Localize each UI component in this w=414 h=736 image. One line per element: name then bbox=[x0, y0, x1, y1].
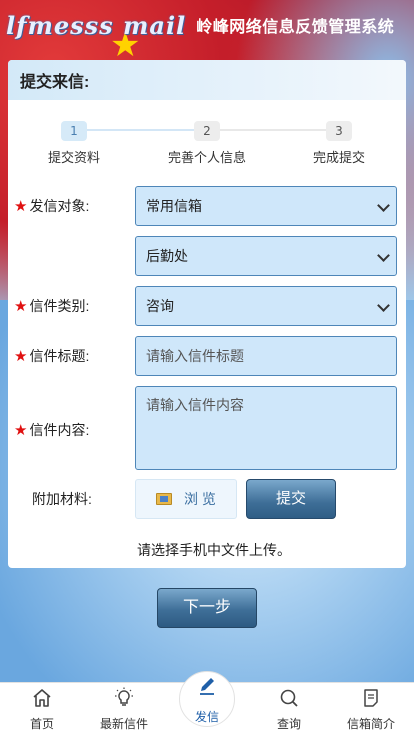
bottom-tab-bar: 首页 最新信件 发信 查询 信箱简介 bbox=[0, 671, 414, 736]
pen-icon bbox=[166, 675, 248, 703]
department-select[interactable]: 后勤处 bbox=[135, 236, 397, 276]
required-star-icon: ★ bbox=[14, 298, 28, 315]
required-star-icon: ★ bbox=[14, 198, 28, 215]
folder-icon bbox=[156, 493, 173, 505]
step-2: 2 完善个人信息 bbox=[152, 120, 262, 166]
site-logo: lfmesss mail bbox=[6, 10, 187, 40]
step-3: 3 完成提交 bbox=[284, 120, 394, 166]
site-title: 岭峰网络信息反馈管理系统 bbox=[196, 19, 395, 36]
attachment-label: 附加材料: bbox=[32, 491, 92, 507]
step-1: 1 提交资料 bbox=[19, 120, 129, 166]
chevron-down-icon bbox=[377, 199, 390, 212]
content-textarea[interactable]: 请输入信件内容 bbox=[135, 386, 397, 470]
card-title: 提交来信: bbox=[20, 74, 90, 91]
tab-home[interactable]: 首页 bbox=[1, 683, 83, 736]
document-icon bbox=[330, 687, 412, 715]
upload-submit-button[interactable]: 提交 bbox=[246, 479, 336, 519]
recipient-select[interactable]: 常用信箱 bbox=[135, 186, 397, 226]
required-star-icon: ★ bbox=[14, 348, 28, 365]
category-label: ★ 信件类别: bbox=[14, 298, 90, 315]
next-step-button[interactable]: 下一步 bbox=[157, 588, 257, 628]
upload-hint: 请选择手机中文件上传。 bbox=[137, 542, 291, 558]
recipient-label: ★ 发信对象: bbox=[14, 198, 90, 215]
content-label: ★ 信件内容: bbox=[14, 422, 90, 439]
browse-button[interactable]: 浏 览 bbox=[135, 479, 237, 519]
tab-send-letter[interactable]: 发信 bbox=[166, 671, 248, 736]
chevron-down-icon bbox=[377, 249, 390, 262]
required-star-icon: ★ bbox=[14, 422, 28, 439]
tab-search[interactable]: 查询 bbox=[248, 683, 330, 736]
tab-mailbox-intro[interactable]: 信箱简介 bbox=[330, 683, 412, 736]
card-header: 提交来信: bbox=[8, 60, 406, 100]
subject-label: ★ 信件标题: bbox=[14, 348, 90, 365]
search-icon bbox=[248, 687, 330, 715]
lightbulb-icon bbox=[83, 687, 165, 715]
tab-latest-letters[interactable]: 最新信件 bbox=[83, 683, 165, 736]
app-header: lfmesss mail 岭峰网络信息反馈管理系统 bbox=[0, 0, 414, 50]
subject-input[interactable]: 请输入信件标题 bbox=[135, 336, 397, 376]
chevron-down-icon bbox=[377, 299, 390, 312]
home-icon bbox=[1, 687, 83, 715]
category-select[interactable]: 咨询 bbox=[135, 286, 397, 326]
